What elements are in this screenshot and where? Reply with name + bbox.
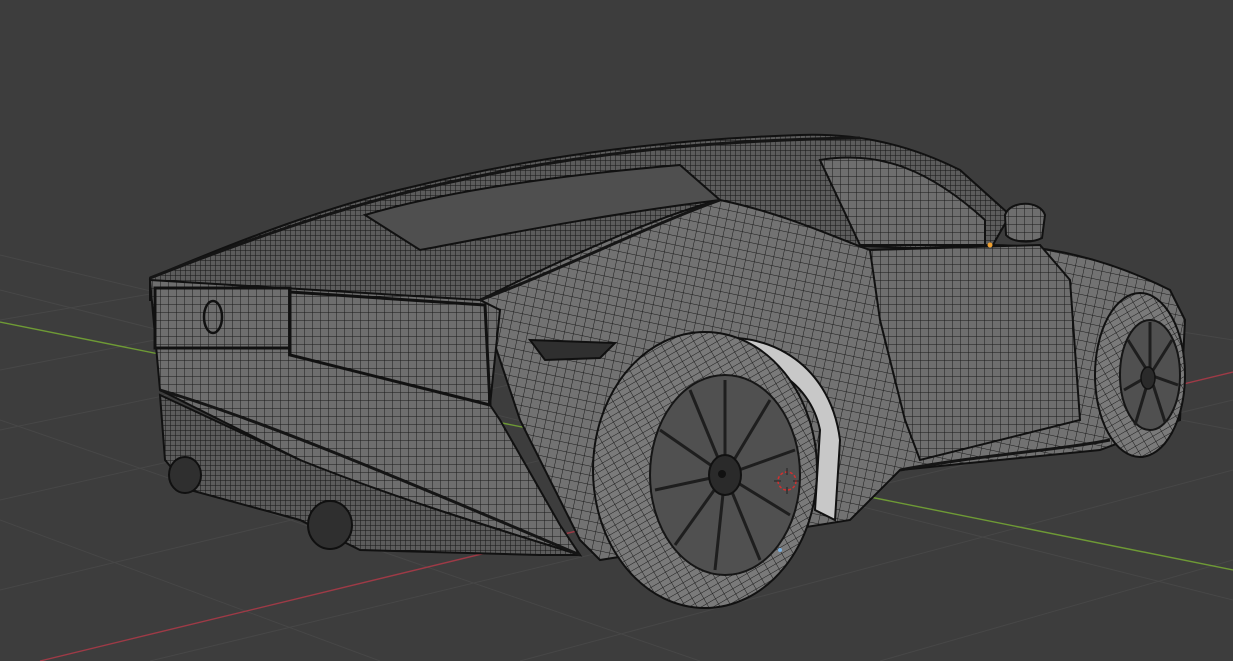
- front-wheel[interactable]: [1094, 292, 1186, 458]
- rear-hub-bolt: [718, 470, 726, 478]
- viewport-canvas[interactable]: [0, 0, 1233, 661]
- selected-vertex: [987, 242, 993, 248]
- exhaust-right: [307, 500, 353, 550]
- 3d-viewport[interactable]: [0, 0, 1233, 661]
- front-hub: [1140, 366, 1156, 390]
- car-mesh[interactable]: [148, 133, 1187, 609]
- selected-point: [778, 548, 782, 552]
- exhaust-left: [168, 456, 202, 494]
- side-mirror[interactable]: [1003, 202, 1047, 243]
- rear-reflector: [527, 338, 618, 362]
- rear-wheel[interactable]: [592, 331, 818, 609]
